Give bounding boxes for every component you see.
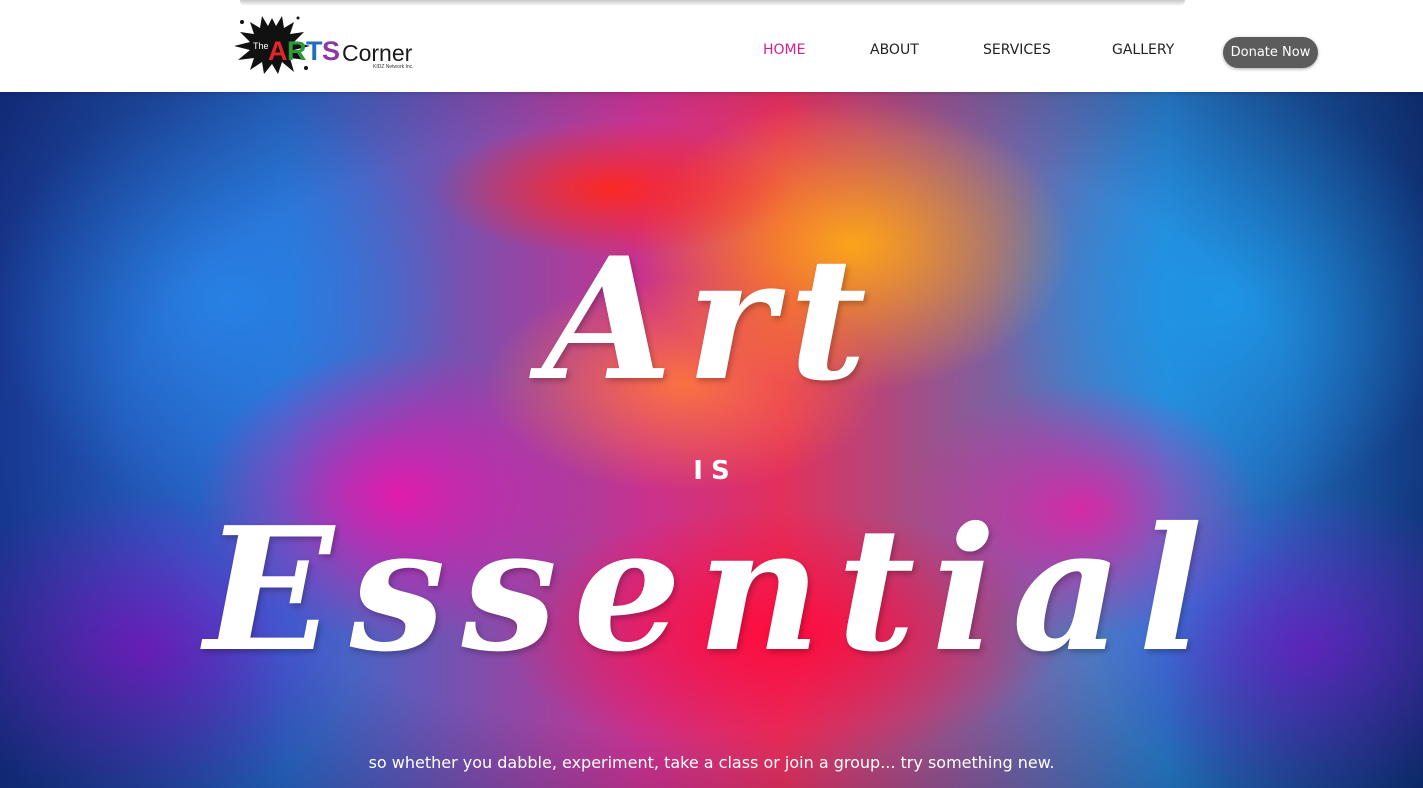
nav-gallery[interactable]: GALLERY (1112, 42, 1174, 62)
logo-corner-text: Corner (342, 40, 413, 66)
hero-heading-is: is (693, 456, 738, 486)
logo-arts-text: ARTS (268, 36, 340, 66)
hero-banner: Art is Essential so whether you dabble, … (0, 92, 1423, 788)
hero-heading-essential: Essential (204, 490, 1219, 690)
logo-letter-s: S (322, 36, 340, 66)
nav-home[interactable]: HOME (763, 42, 805, 62)
logo-letter-a: A (268, 36, 288, 66)
logo-letter-t: T (306, 36, 323, 66)
hero-text-block: Art is Essential so whether you dabble, … (0, 92, 1423, 788)
header-shadow (240, 0, 1185, 6)
nav-about[interactable]: ABOUT (870, 42, 919, 62)
hero-heading-art: Art (542, 220, 881, 418)
logo-letter-r: R (287, 36, 307, 66)
site-header: The ARTS Corner KIDZ Network Inc. HOME A… (0, 0, 1423, 92)
nav-services[interactable]: SERVICES (983, 42, 1051, 62)
logo-tagline: KIDZ Network Inc. (373, 64, 414, 70)
page: The ARTS Corner KIDZ Network Inc. HOME A… (0, 0, 1423, 788)
site-logo[interactable]: The ARTS Corner KIDZ Network Inc. (232, 14, 422, 76)
donate-now-button[interactable]: Donate Now (1223, 37, 1318, 68)
logo-the-text: The (253, 41, 269, 51)
hero-tagline: so whether you dabble, experiment, take … (368, 753, 1055, 772)
